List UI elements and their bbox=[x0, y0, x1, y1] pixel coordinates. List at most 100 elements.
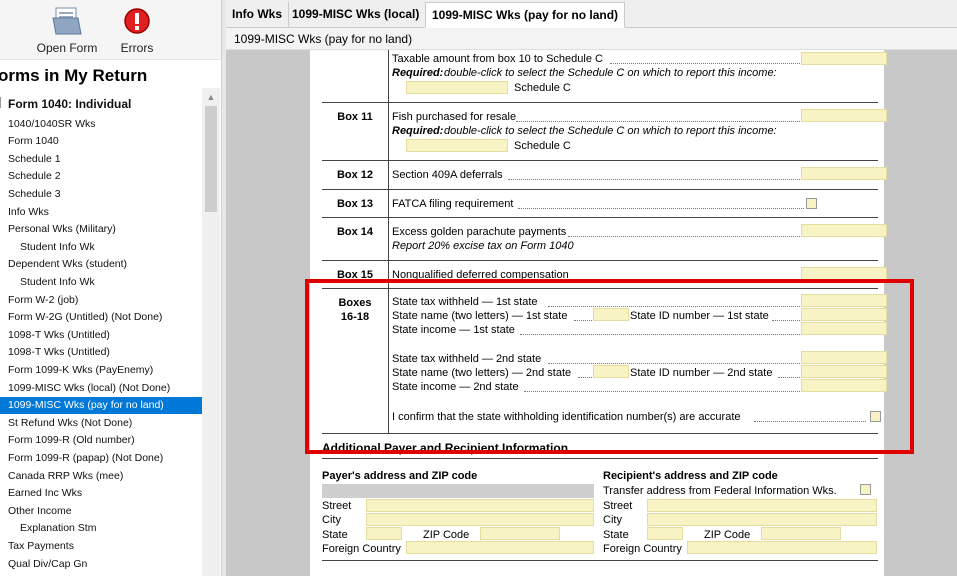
tab-1099-misc-pay-for-no-land[interactable]: 1099-MISC Wks (pay for no land) bbox=[425, 2, 626, 28]
recipient-state-field[interactable] bbox=[647, 527, 683, 540]
confirm-checkbox[interactable] bbox=[870, 411, 881, 422]
tree-item[interactable]: 1098-T Wks (Untitled) bbox=[0, 344, 202, 361]
tree-item[interactable]: Canada RRP Wks (mee) bbox=[0, 468, 202, 485]
error-icon bbox=[124, 8, 150, 34]
tree-item[interactable]: Schedule 1 bbox=[0, 151, 202, 168]
state-income-2-label: State income — 2nd state bbox=[392, 381, 519, 393]
form-title-bar: 1099-MISC Wks (pay for no land) bbox=[226, 28, 957, 50]
tree-item[interactable]: Personal Wks (Military) bbox=[0, 221, 202, 238]
boxes-label: Boxes bbox=[338, 297, 372, 309]
errors-button[interactable]: Errors bbox=[112, 4, 162, 58]
tree-item[interactable]: Qual Div/Cap Gn bbox=[0, 556, 202, 573]
box14-amount-field[interactable] bbox=[801, 224, 887, 237]
open-form-icon bbox=[52, 7, 82, 35]
scrollbar-thumb[interactable] bbox=[205, 106, 217, 212]
boxes-range-label: 16-18 bbox=[340, 311, 370, 323]
section-divider bbox=[322, 560, 878, 561]
payer-heading: Payer's address and ZIP code bbox=[322, 470, 478, 482]
tree-item[interactable]: Schedule 3 bbox=[0, 186, 202, 203]
state-tax-1-field[interactable] bbox=[801, 294, 887, 307]
tree-item[interactable]: Other Income bbox=[0, 503, 202, 520]
box13-line: FATCA filing requirement bbox=[392, 198, 514, 210]
box15-amount-field[interactable] bbox=[801, 267, 887, 280]
additional-info-heading: Additional Payer and Recipient Informati… bbox=[322, 441, 569, 455]
box10-schedule-c-field[interactable] bbox=[406, 81, 508, 94]
recipient-street-field[interactable] bbox=[647, 499, 877, 512]
recipient-city-field[interactable] bbox=[647, 513, 877, 526]
tree-item[interactable]: Tax Payments bbox=[0, 538, 202, 555]
box12-line: Section 409A deferrals bbox=[392, 169, 503, 181]
payer-country-field[interactable] bbox=[406, 541, 594, 554]
forms-scrollbar[interactable]: ▲ bbox=[202, 88, 220, 576]
toolbar: Open Form Errors bbox=[0, 0, 221, 60]
state-name-2-field[interactable] bbox=[593, 365, 629, 378]
leader-dots bbox=[568, 236, 800, 237]
column-divider bbox=[388, 190, 389, 217]
form-page: Taxable amount from box 10 to Schedule C… bbox=[310, 50, 887, 576]
leader-dots bbox=[518, 208, 804, 209]
tree-item[interactable]: Form 1099-R (Old number) bbox=[0, 432, 202, 449]
tree-item[interactable]: 1099-MISC Wks (pay for no land) bbox=[0, 397, 202, 414]
box11-amount-field[interactable] bbox=[801, 109, 887, 122]
column-divider bbox=[388, 218, 389, 260]
required-text: double-click to select the Schedule C on… bbox=[444, 67, 777, 79]
tree-group-form-1040[interactable]: Form 1040: Individual bbox=[0, 96, 202, 113]
tree-item[interactable]: Form 1099-K Wks (PayEnemy) bbox=[0, 362, 202, 379]
box-12-label: Box 12 bbox=[336, 169, 374, 181]
leader-dots bbox=[772, 320, 800, 321]
fatca-checkbox[interactable] bbox=[806, 198, 817, 209]
payer-street-field[interactable] bbox=[366, 499, 594, 512]
box12-amount-field[interactable] bbox=[801, 167, 887, 180]
column-divider bbox=[388, 50, 389, 102]
state-id-1-field[interactable] bbox=[801, 308, 887, 321]
tab-info-wks[interactable]: Info Wks bbox=[226, 2, 289, 28]
state-income-1-field[interactable] bbox=[801, 322, 887, 335]
box11-schedule-c-field[interactable] bbox=[406, 139, 508, 152]
box-11-label: Box 11 bbox=[337, 111, 373, 123]
tree-item[interactable]: Form 1099-R (papap) (Not Done) bbox=[0, 450, 202, 467]
scroll-up-icon[interactable]: ▲ bbox=[202, 90, 220, 104]
tree-item[interactable]: Student Info Wk bbox=[0, 239, 202, 256]
section-divider bbox=[322, 458, 878, 459]
tree-item[interactable]: Dependent Wks (student) bbox=[0, 256, 202, 273]
state-name-1-field[interactable] bbox=[593, 308, 629, 321]
recipient-zip-field[interactable] bbox=[761, 527, 841, 540]
tree-item[interactable]: Info Wks bbox=[0, 204, 202, 221]
payer-zip-field[interactable] bbox=[480, 527, 560, 540]
tree-item[interactable]: St Refund Wks (Not Done) bbox=[0, 415, 202, 432]
open-form-button[interactable]: Open Form bbox=[30, 4, 104, 58]
recipient-state-label: State bbox=[603, 529, 629, 541]
transfer-address-checkbox[interactable] bbox=[860, 484, 871, 495]
state-name-2-label: State name (two letters) — 2nd state bbox=[392, 367, 572, 379]
tree-item[interactable]: Form W-2 (job) bbox=[0, 292, 202, 309]
state-income-2-field[interactable] bbox=[801, 379, 887, 392]
box10-amount-field[interactable] bbox=[801, 52, 887, 65]
tree-item[interactable]: Explanation Stm bbox=[0, 520, 202, 537]
tree-item[interactable]: Form 1040 bbox=[0, 133, 202, 150]
tree-item[interactable]: 1099-MISC Wks (local) (Not Done) bbox=[0, 380, 202, 397]
leader-dots bbox=[754, 421, 866, 422]
leader-dots bbox=[578, 377, 592, 378]
payer-city-field[interactable] bbox=[366, 513, 594, 526]
leader-dots bbox=[778, 377, 800, 378]
box-13-row: Box 13 FATCA filing requirement bbox=[322, 189, 878, 217]
box-15-label: Box 15 bbox=[336, 269, 374, 281]
payer-name-field[interactable] bbox=[322, 484, 594, 498]
form-scrollbar[interactable] bbox=[941, 50, 957, 576]
box-12-row: Box 12 Section 409A deferrals bbox=[322, 160, 887, 189]
box-14-row: Box 14 Excess golden parachute payments … bbox=[322, 217, 887, 260]
tree-item[interactable]: Student Info Wk bbox=[0, 274, 202, 291]
state-id-2-field[interactable] bbox=[801, 365, 887, 378]
tree-item[interactable]: Form W-2G (Untitled) (Not Done) bbox=[0, 309, 202, 326]
recipient-country-field[interactable] bbox=[687, 541, 877, 554]
tree-item[interactable]: 1040/1040SR Wks bbox=[0, 116, 202, 133]
tree-item[interactable]: 1098-T Wks (Untitled) bbox=[0, 327, 202, 344]
tree-item[interactable]: Schedule 2 bbox=[0, 168, 202, 185]
state-tax-2-field[interactable] bbox=[801, 351, 887, 364]
payer-state-field[interactable] bbox=[366, 527, 402, 540]
tab-1099-misc-local[interactable]: 1099-MISC Wks (local) bbox=[286, 2, 427, 28]
schedule-c-label: Schedule C bbox=[514, 82, 571, 94]
tree-item[interactable]: Earned Inc Wks bbox=[0, 485, 202, 502]
leader-dots bbox=[508, 179, 800, 180]
leader-dots bbox=[520, 334, 800, 335]
